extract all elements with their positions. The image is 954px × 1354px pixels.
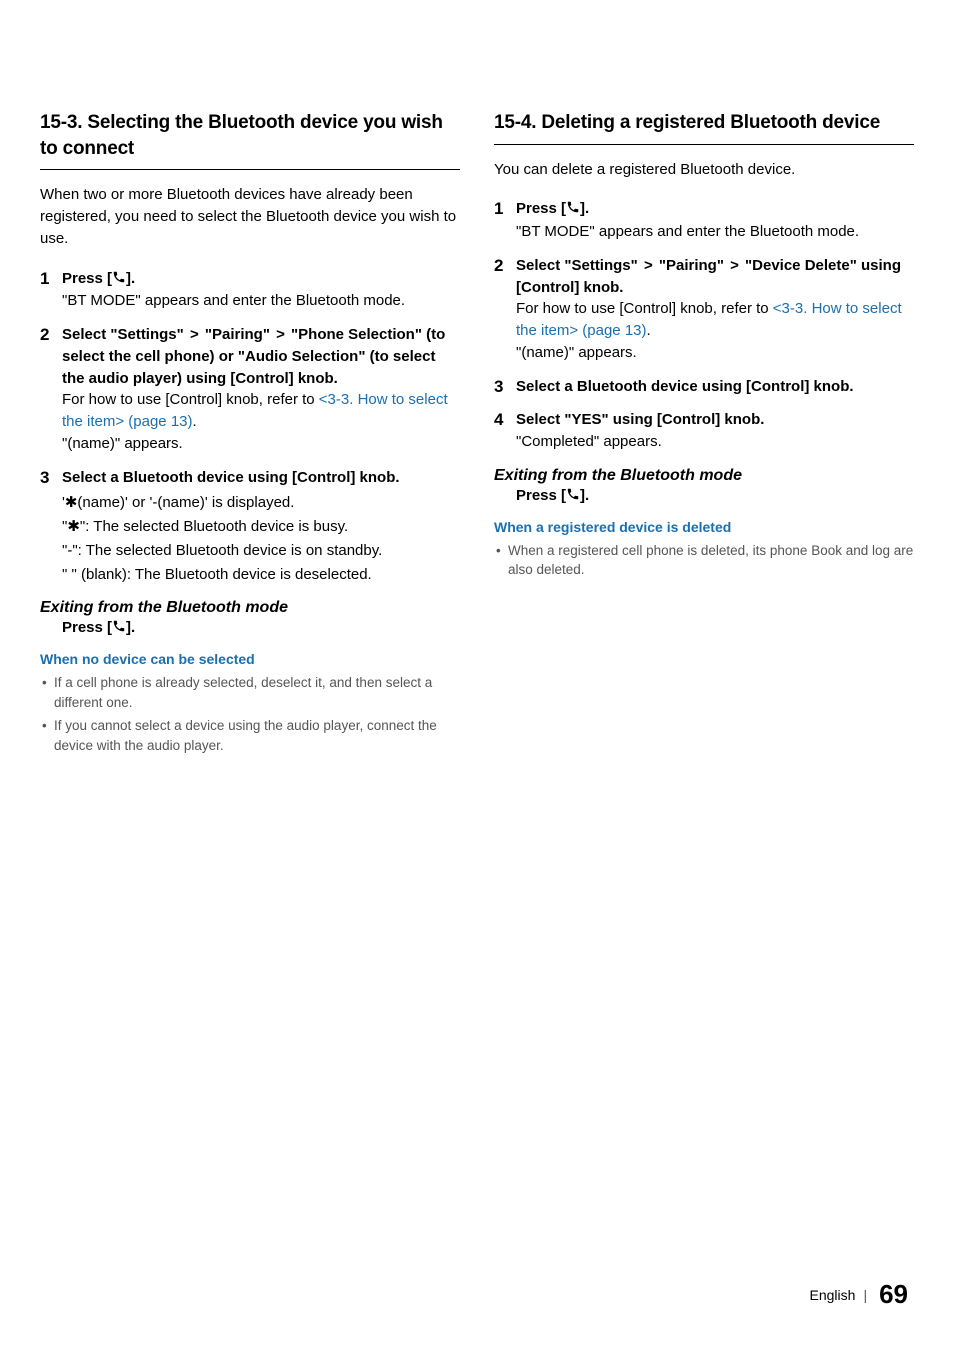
note-item: If you cannot select a device using the … (40, 716, 460, 755)
exit-body: Press []. (516, 487, 914, 505)
right-column: 15-4. Deleting a registered Bluetooth de… (494, 110, 914, 760)
notes-list: If a cell phone is already selected, des… (40, 673, 460, 755)
phone-icon (566, 487, 580, 505)
step-heading: Select "YES" using [Control] knob. (516, 411, 764, 428)
step-item: Select a Bluetooth device using [Control… (494, 376, 914, 398)
step-item: Press []. "BT MODE" appears and enter th… (40, 268, 460, 313)
step-text: Press [ (62, 270, 112, 287)
divider (494, 144, 914, 145)
footer-lang: English (810, 1287, 856, 1303)
step-body: "BT MODE" appears and enter the Bluetoot… (516, 221, 914, 243)
step-heading: Press []. (516, 200, 589, 217)
step-body: "(name)" appears. (62, 433, 460, 455)
step-item: Press []. "BT MODE" appears and enter th… (494, 198, 914, 243)
note-heading: When no device can be selected (40, 651, 460, 667)
step-heading: Press []. (62, 270, 135, 287)
step-heading: Select "Settings" > "Pairing" > "Phone S… (62, 326, 445, 387)
body-text: For how to use [Control] knob, refer to (516, 300, 773, 317)
steps-list: Press []. "BT MODE" appears and enter th… (40, 268, 460, 586)
page-footer: English | 69 (810, 1279, 908, 1310)
body-text: . (193, 413, 197, 430)
note-item: If a cell phone is already selected, des… (40, 673, 460, 712)
step-text: ]. (580, 200, 589, 217)
section-title: 15-4. Deleting a registered Bluetooth de… (494, 110, 914, 136)
exit-text: ]. (126, 619, 135, 636)
exit-heading: Exiting from the Bluetooth mode (494, 467, 914, 485)
sublist-item: "-": The selected Bluetooth device is on… (62, 540, 460, 562)
chevron-icon: > (274, 326, 287, 343)
page: 15-3. Selecting the Bluetooth device you… (0, 0, 954, 1354)
sublist-item: '✱(name)' or '-(name)' is displayed. (62, 492, 460, 514)
step-sublist: '✱(name)' or '-(name)' is displayed. "✱"… (62, 492, 460, 585)
note-heading: When a registered device is deleted (494, 519, 914, 535)
phone-icon (112, 269, 126, 291)
intro-text: You can delete a registered Bluetooth de… (494, 159, 914, 181)
phone-icon (112, 619, 126, 637)
step-body: For how to use [Control] knob, refer to … (516, 298, 914, 342)
divider (40, 169, 460, 170)
step-item: Select "Settings" > "Pairing" > "Device … (494, 255, 914, 364)
step-text: Select "Settings" (62, 326, 188, 343)
exit-body: Press []. (62, 619, 460, 637)
step-heading: Select a Bluetooth device using [Control… (516, 378, 854, 395)
left-column: 15-3. Selecting the Bluetooth device you… (40, 110, 460, 760)
sublist-item: "✱": The selected Bluetooth device is bu… (62, 516, 460, 538)
step-item: Select "Settings" > "Pairing" > "Phone S… (40, 324, 460, 455)
exit-heading: Exiting from the Bluetooth mode (40, 599, 460, 617)
body-text: . (647, 322, 651, 339)
section-title: 15-3. Selecting the Bluetooth device you… (40, 110, 460, 161)
page-number: 69 (879, 1279, 908, 1309)
chevron-icon: > (642, 257, 655, 274)
sublist-item: " " (blank): The Bluetooth device is des… (62, 564, 460, 586)
step-text: Press [ (516, 200, 566, 217)
note-item: When a registered cell phone is deleted,… (494, 541, 914, 580)
step-body: "Completed" appears. (516, 431, 914, 453)
step-text: Select "Settings" (516, 257, 642, 274)
body-text: For how to use [Control] knob, refer to (62, 391, 319, 408)
notes-list: When a registered cell phone is deleted,… (494, 541, 914, 580)
exit-text: Press [ (62, 619, 112, 636)
exit-text: Press [ (516, 487, 566, 504)
chevron-icon: > (728, 257, 741, 274)
step-body: "(name)" appears. (516, 342, 914, 364)
phone-icon (566, 199, 580, 221)
step-item: Select "YES" using [Control] knob. "Comp… (494, 409, 914, 453)
chevron-icon: > (188, 326, 201, 343)
step-heading: Select "Settings" > "Pairing" > "Device … (516, 257, 901, 296)
step-text: ]. (126, 270, 135, 287)
columns: 15-3. Selecting the Bluetooth device you… (40, 110, 914, 760)
step-heading: Select a Bluetooth device using [Control… (62, 469, 400, 486)
steps-list: Press []. "BT MODE" appears and enter th… (494, 198, 914, 453)
step-body: For how to use [Control] knob, refer to … (62, 389, 460, 433)
step-body: "BT MODE" appears and enter the Bluetoot… (62, 290, 460, 312)
step-text: "Pairing" (201, 326, 274, 343)
exit-text: ]. (580, 487, 589, 504)
footer-separator: | (863, 1287, 867, 1303)
intro-text: When two or more Bluetooth devices have … (40, 184, 460, 249)
step-item: Select a Bluetooth device using [Control… (40, 467, 460, 586)
step-text: "Pairing" (655, 257, 728, 274)
